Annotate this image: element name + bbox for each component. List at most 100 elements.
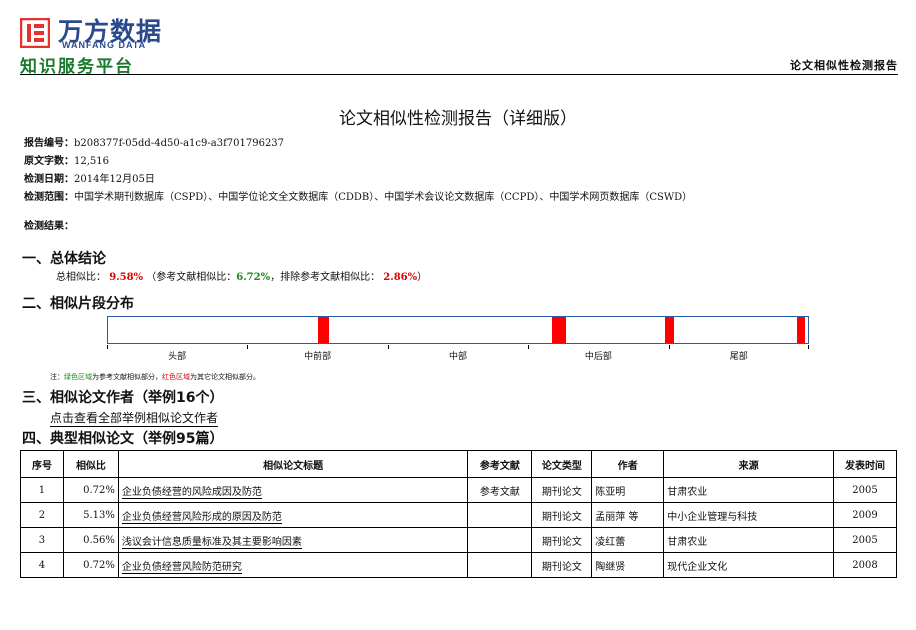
cell-source: 甘肃农业	[663, 527, 834, 553]
cell-ref: 参考文献	[467, 477, 533, 503]
header-divider	[20, 74, 898, 75]
axis-tick	[387, 345, 389, 349]
section-overall-heading: 一、总体结论	[22, 251, 106, 267]
axis-label: 中后部	[584, 352, 612, 362]
col-header-ratio: 相似比	[62, 450, 119, 478]
distribution-note: 注：绿色区域为参考文献相似部分，红色区域为其它论文相似部分。	[50, 372, 260, 382]
col-header-title: 相似论文标题	[117, 450, 469, 478]
distribution-axis: 头部 中前部 中部 中后部 尾部	[107, 345, 809, 362]
paper-title-link[interactable]: 浅议会计信息质量标准及其主要影响因素	[121, 536, 302, 549]
cell-no: 2	[20, 502, 64, 528]
scope-row: 检测范围：中国学术期刊数据库（CSPD）、中国学位论文全文数据库（CDDB）、中…	[24, 192, 692, 204]
cell-year: 2005	[832, 477, 898, 503]
cell-type: 期刊论文	[531, 527, 593, 553]
table-row: 4 0.72% 企业负债经营风险防范研究 期刊论文 陶继贤 现代企业文化 200…	[20, 552, 898, 578]
report-number-row: 报告编号：b208377f-05dd-4d50-a1c9-a3f70179623…	[24, 138, 284, 150]
overall-summary: 总相似比： 9.58% （参考文献相似比：6.72%，排除参考文献相似比： 2.…	[56, 268, 427, 283]
cell-title[interactable]: 浅议会计信息质量标准及其主要影响因素	[117, 527, 469, 553]
cell-no: 4	[20, 552, 64, 578]
cell-year: 2009	[832, 502, 898, 528]
note-prefix: 注：	[50, 373, 64, 381]
axis-label: 尾部	[729, 352, 748, 362]
cell-no: 1	[20, 477, 64, 503]
result-label: 检测结果：	[24, 221, 74, 232]
similar-papers-table: 序号 相似比 相似论文标题 参考文献 论文类型 作者 来源 发表时间 1 0.7…	[20, 450, 898, 578]
note-mid: 为参考文献相似部分，	[92, 373, 162, 381]
cell-ratio: 0.72%	[62, 477, 119, 503]
cell-author: 凌红蕾	[591, 527, 665, 553]
result-row: 检测结果：	[24, 221, 74, 233]
axis-tick	[107, 345, 108, 349]
axis-tick	[808, 345, 809, 349]
axis-label: 中前部	[304, 352, 332, 362]
col-header-no: 序号	[20, 450, 64, 478]
cell-no: 3	[20, 527, 64, 553]
cell-ref	[467, 552, 533, 578]
cell-type: 期刊论文	[531, 502, 593, 528]
cell-ref	[467, 502, 533, 528]
cell-title[interactable]: 企业负债经营的风险成因及防范	[117, 477, 469, 503]
page-title: 论文相似性检测报告（详细版）	[339, 109, 577, 129]
section-papers-heading: 四、典型相似论文（举例95篇）	[22, 431, 224, 447]
ref-ratio-value: 6.72%	[236, 272, 271, 283]
note-green: 绿色区域	[64, 373, 92, 381]
cell-year: 2008	[832, 552, 898, 578]
col-header-year: 发表时间	[832, 450, 898, 478]
paper-title-link[interactable]: 企业负债经营风险防范研究	[121, 561, 242, 574]
paper-title-link[interactable]: 企业负债经营的风险成因及防范	[121, 486, 262, 499]
axis-label: 头部	[168, 352, 187, 362]
header-report-title: 论文相似性检测报告	[790, 59, 898, 72]
excl-ratio-value: 2.86%	[383, 272, 418, 283]
logo-en-text: WANFANG DATA	[62, 40, 147, 50]
word-count-value: 12,516	[74, 156, 109, 167]
report-number-label: 报告编号：	[24, 138, 74, 149]
report-number-value: b208377f-05dd-4d50-a1c9-a3f701796237	[74, 138, 285, 149]
cell-ratio: 0.56%	[62, 527, 119, 553]
scope-value: 中国学术期刊数据库（CSPD）、中国学位论文全文数据库（CDDB）、中国学术会议…	[74, 192, 693, 203]
similarity-distribution-bar	[107, 316, 809, 344]
view-all-authors-link[interactable]: 点击查看全部举例相似论文作者	[50, 409, 219, 427]
summary-close: ）	[417, 272, 428, 283]
col-header-ref: 参考文献	[467, 450, 533, 478]
total-ratio-value: 9.58%	[109, 272, 144, 283]
word-count-row: 原文字数：12,516	[24, 156, 109, 168]
axis-tick	[528, 345, 530, 349]
axis-label: 中部	[448, 352, 468, 362]
table-row: 3 0.56% 浅议会计信息质量标准及其主要影响因素 期刊论文 凌红蕾 甘肃农业…	[20, 527, 898, 553]
similar-segment	[318, 317, 329, 343]
total-ratio-label: 总相似比：	[56, 272, 106, 283]
col-header-type: 论文类型	[531, 450, 593, 478]
wanfang-logo-icon	[20, 18, 50, 48]
table-header-row: 序号 相似比 相似论文标题 参考文献 论文类型 作者 来源 发表时间	[20, 450, 898, 478]
similar-segment	[796, 317, 806, 343]
axis-tick	[668, 345, 670, 349]
cell-ref	[467, 527, 533, 553]
word-count-label: 原文字数：	[24, 156, 74, 167]
axis-tick	[247, 345, 249, 349]
similar-segment	[551, 317, 566, 343]
cell-title[interactable]: 企业负债经营风险防范研究	[117, 552, 469, 578]
note-suffix: 为其它论文相似部分。	[190, 373, 260, 381]
table-row: 1 0.72% 企业负债经营的风险成因及防范 参考文献 期刊论文 陈亚明 甘肃农…	[20, 477, 898, 503]
note-red: 红色区域	[162, 373, 190, 381]
paper-title-link[interactable]: 企业负债经营风险形成的原因及防范	[121, 511, 282, 524]
similar-segment	[664, 317, 674, 343]
check-date-label: 检测日期：	[24, 174, 74, 185]
cell-author: 陈亚明	[591, 477, 665, 503]
section-distribution-heading: 二、相似片段分布	[22, 296, 134, 312]
cell-author: 孟丽萍 等	[591, 502, 665, 528]
cell-title[interactable]: 企业负债经营风险形成的原因及防范	[117, 502, 469, 528]
table-row: 2 5.13% 企业负债经营风险形成的原因及防范 期刊论文 孟丽萍 等 中小企业…	[20, 502, 898, 528]
cell-author: 陶继贤	[591, 552, 665, 578]
cell-source: 现代企业文化	[663, 552, 834, 578]
cell-year: 2005	[832, 527, 898, 553]
excl-ratio-label: ，排除参考文献相似比：	[270, 272, 381, 283]
cell-type: 期刊论文	[531, 552, 593, 578]
section-authors-heading: 三、相似论文作者（举例16个）	[22, 390, 224, 406]
ref-ratio-label: （参考文献相似比：	[146, 272, 237, 283]
col-header-author: 作者	[591, 450, 665, 478]
check-date-row: 检测日期：2014年12月05日	[24, 174, 155, 186]
check-date-value: 2014年12月05日	[74, 174, 155, 185]
cell-source: 甘肃农业	[663, 477, 834, 503]
scope-label: 检测范围：	[24, 192, 74, 203]
